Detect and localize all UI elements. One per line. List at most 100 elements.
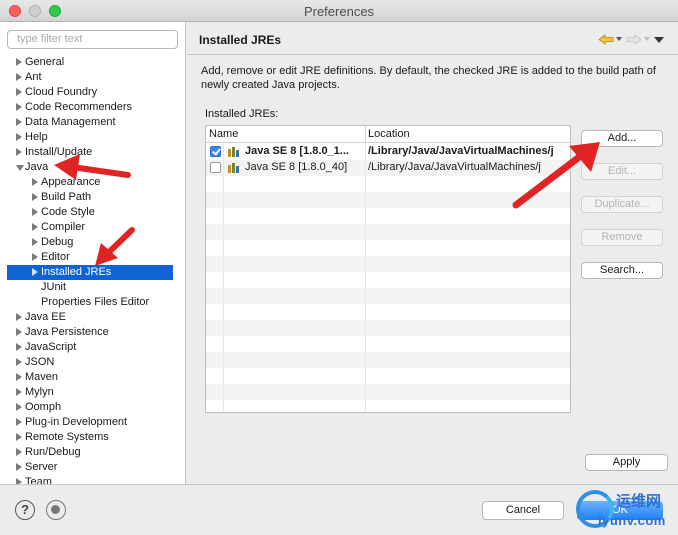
jre-checkbox[interactable] [210, 162, 221, 173]
table-row[interactable]: Java SE 8 [1.8.0_1... /Library/Java/JavaV… [206, 144, 570, 160]
chevron-right-icon[interactable] [16, 103, 22, 111]
help-icon[interactable]: ? [15, 500, 35, 520]
chevron-right-icon[interactable] [16, 313, 22, 321]
apply-button[interactable]: Apply [585, 454, 668, 471]
sidebar-item-label: Code Recommenders [25, 101, 132, 113]
table-row [206, 352, 570, 368]
jre-checkbox[interactable] [210, 146, 221, 157]
chevron-right-icon[interactable] [32, 238, 38, 246]
sidebar-item[interactable]: Java EE [0, 310, 185, 325]
chevron-right-icon[interactable] [16, 448, 22, 456]
column-header-name[interactable]: Name [209, 128, 238, 140]
table-row [206, 384, 570, 400]
sidebar-item[interactable]: Team [0, 475, 185, 484]
sidebar-item[interactable]: Installed JREs [7, 265, 173, 280]
chevron-right-icon[interactable] [16, 418, 22, 426]
title-bar: Preferences [0, 0, 678, 22]
sidebar-item[interactable]: JUnit [0, 280, 185, 295]
chevron-right-icon[interactable] [16, 58, 22, 66]
sidebar-item[interactable]: Oomph [0, 400, 185, 415]
sidebar-item-label: JSON [25, 356, 55, 368]
watermark-en-text: iyunv.com [598, 513, 666, 528]
sidebar-item[interactable]: Code Style [0, 205, 185, 220]
sidebar-item[interactable]: Editor [0, 250, 185, 265]
search-button[interactable]: Search... [581, 262, 663, 279]
sidebar-item[interactable]: Debug [0, 235, 185, 250]
filter-input[interactable]: type filter text [7, 30, 178, 49]
chevron-right-icon[interactable] [32, 253, 38, 261]
duplicate-button[interactable]: Duplicate... [581, 196, 663, 213]
back-dropdown-icon[interactable] [616, 37, 622, 41]
sidebar-item[interactable]: Mylyn [0, 385, 185, 400]
chevron-right-icon[interactable] [32, 223, 38, 231]
chevron-right-icon[interactable] [16, 358, 22, 366]
sidebar-item[interactable]: Appearance [0, 175, 185, 190]
sidebar-item[interactable]: Plug-in Development [0, 415, 185, 430]
sidebar-item[interactable]: Run/Debug [0, 445, 185, 460]
table-row[interactable]: Java SE 8 [1.8.0_40] /Library/Java/JavaVi… [206, 160, 570, 176]
sidebar-item[interactable]: Compiler [0, 220, 185, 235]
chevron-right-icon[interactable] [16, 148, 22, 156]
column-divider[interactable] [365, 126, 366, 143]
sidebar-item[interactable]: Server [0, 460, 185, 475]
sidebar-item-label: Java [25, 161, 49, 173]
jre-library-icon [228, 147, 239, 157]
sidebar-item[interactable]: Java Persistence [0, 325, 185, 340]
watermark-cn-text: 运维网 [616, 492, 662, 510]
chevron-down-icon[interactable] [16, 165, 24, 171]
sidebar-item[interactable]: Maven [0, 370, 185, 385]
chevron-right-icon[interactable] [16, 118, 22, 126]
sidebar-item[interactable]: JSON [0, 355, 185, 370]
sidebar-item[interactable]: Cloud Foundry [0, 85, 185, 100]
chevron-right-icon[interactable] [16, 343, 22, 351]
sidebar-item[interactable]: Java [0, 160, 185, 175]
jre-location: /Library/Java/JavaVirtualMachines/j [368, 145, 554, 157]
chevron-right-icon[interactable] [16, 73, 22, 81]
edit-button[interactable]: Edit... [581, 163, 663, 180]
record-icon[interactable] [46, 500, 66, 520]
history-nav [588, 33, 668, 47]
sidebar-item-label: Oomph [25, 401, 62, 413]
table-row [206, 320, 570, 336]
chevron-right-icon[interactable] [32, 178, 38, 186]
chevron-right-icon[interactable] [16, 403, 22, 411]
jre-table[interactable]: Name Location Java SE 8 [1.8.0_1... /Libr… [205, 125, 571, 413]
sidebar-item[interactable]: JavaScript [0, 340, 185, 355]
chevron-right-icon[interactable] [16, 373, 22, 381]
sidebar-item[interactable]: Ant [0, 70, 185, 85]
sidebar-item[interactable]: Properties Files Editor [0, 295, 185, 310]
jre-name: Java SE 8 [1.8.0_40] [245, 161, 348, 173]
sidebar-item[interactable]: Help [0, 130, 185, 145]
sidebar-item[interactable]: General [0, 55, 185, 70]
sidebar-item[interactable]: Data Management [0, 115, 185, 130]
cancel-button[interactable]: Cancel [482, 501, 564, 520]
sidebar-item-label: Server [25, 461, 58, 473]
sidebar-item-label: Debug [41, 236, 74, 248]
column-header-location[interactable]: Location [368, 128, 410, 140]
chevron-right-icon[interactable] [16, 388, 22, 396]
chevron-right-icon[interactable] [16, 433, 22, 441]
add-button[interactable]: Add... [581, 130, 663, 147]
chevron-right-icon[interactable] [32, 208, 38, 216]
remove-button[interactable]: Remove [581, 229, 663, 246]
back-arrow-icon[interactable] [598, 34, 614, 45]
sidebar-item-label: Maven [25, 371, 59, 383]
sidebar-item[interactable]: Install/Update [0, 145, 185, 160]
sidebar-item[interactable]: Code Recommenders [0, 100, 185, 115]
chevron-right-icon[interactable] [16, 88, 22, 96]
forward-dropdown-icon [644, 37, 650, 41]
sidebar-item[interactable]: Remote Systems [0, 430, 185, 445]
sidebar-item[interactable]: Build Path [0, 190, 185, 205]
sidebar-item-label: Java Persistence [25, 326, 109, 338]
table-row [206, 400, 570, 412]
sidebar-item-label: Install/Update [25, 146, 93, 158]
chevron-right-icon[interactable] [16, 328, 22, 336]
sidebar-item-label: Ant [25, 71, 42, 83]
sidebar-item-label: Appearance [41, 176, 101, 188]
chevron-right-icon[interactable] [32, 193, 38, 201]
view-menu-icon[interactable] [654, 37, 664, 43]
sidebar-item-label: Compiler [41, 221, 86, 233]
chevron-right-icon[interactable] [16, 133, 22, 141]
chevron-right-icon[interactable] [16, 463, 22, 471]
chevron-right-icon[interactable] [32, 268, 38, 276]
